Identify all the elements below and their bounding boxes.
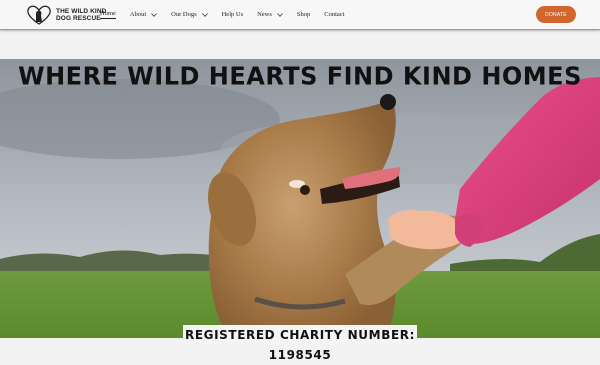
logo-text: THE WILD KIND DOG RESCUE xyxy=(56,8,106,22)
nav-home-label: Home xyxy=(100,10,116,19)
hero-image xyxy=(0,59,600,338)
nav-help-us-label: Help Us xyxy=(221,11,244,18)
charity-number-banner: REGISTERED CHARITY NUMBER: 1198545 xyxy=(183,325,417,362)
nav-our-dogs-label: Our Dogs xyxy=(171,11,197,18)
nav-contact[interactable]: Contact xyxy=(324,11,344,18)
logo-line-1: THE WILD KIND xyxy=(56,8,107,15)
dog-heart-logo-icon xyxy=(27,5,51,25)
nav-our-dogs[interactable]: Our Dogs xyxy=(171,11,208,18)
hero-banner: WHERE WILD HEARTS FIND KIND HOMES xyxy=(0,59,600,338)
nav-about[interactable]: About xyxy=(130,11,157,18)
chevron-down-icon xyxy=(151,12,157,17)
nav-news[interactable]: News xyxy=(257,11,283,18)
donate-button[interactable]: DONATE xyxy=(536,6,576,23)
site-header: THE WILD KIND DOG RESCUE Home About Our … xyxy=(0,0,600,30)
nav-home[interactable]: Home xyxy=(100,10,116,19)
nav-shop[interactable]: Shop xyxy=(297,11,310,18)
nav-news-label: News xyxy=(257,11,272,18)
nav-help-us[interactable]: Help Us xyxy=(222,11,243,18)
hero-headline: WHERE WILD HEARTS FIND KIND HOMES xyxy=(18,61,582,91)
nav-contact-label: Contact xyxy=(324,11,345,18)
logo-line-2: DOG RESCUE xyxy=(56,15,101,22)
main-nav: Home About Our Dogs Help Us News Shop Co… xyxy=(100,10,359,19)
chevron-down-icon xyxy=(277,12,283,17)
nav-shop-label: Shop xyxy=(296,11,311,18)
chevron-down-icon xyxy=(201,12,208,17)
site-logo[interactable]: THE WILD KIND DOG RESCUE xyxy=(26,4,106,26)
nav-about-label: About xyxy=(129,11,147,18)
